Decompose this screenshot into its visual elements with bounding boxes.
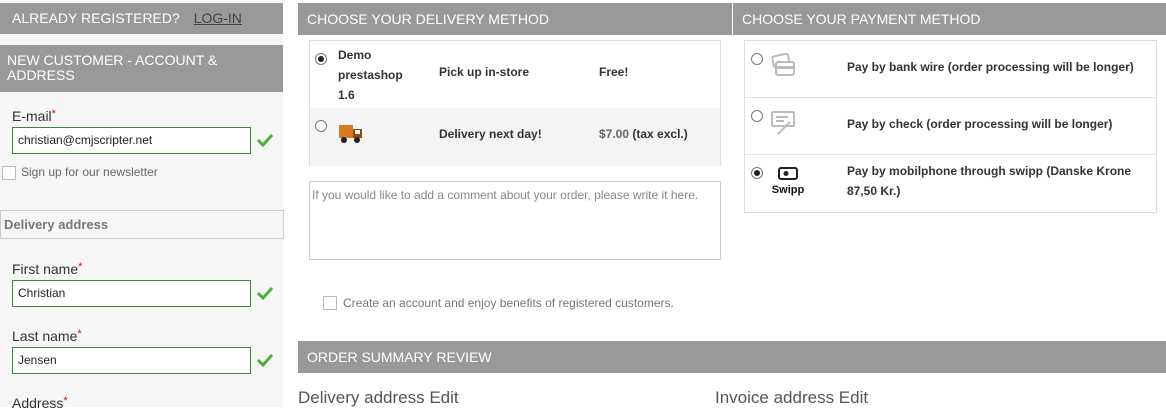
valid-check-icon bbox=[257, 133, 273, 147]
carrier-option[interactable]: Delivery next day! $7.00 (tax excl.) bbox=[310, 108, 720, 166]
carrier-price: $7.00 (tax excl.) bbox=[599, 127, 688, 141]
newsletter-checkbox[interactable] bbox=[2, 166, 16, 180]
carrier-description: Pick up in-store bbox=[439, 65, 530, 79]
email-label: E-mail* bbox=[12, 108, 56, 124]
valid-check-icon bbox=[257, 353, 273, 367]
address-label: Address* bbox=[12, 395, 68, 411]
delivery-method-header: CHOOSE YOUR DELIVERY METHOD bbox=[298, 3, 732, 35]
required-marker: * bbox=[78, 261, 83, 273]
payment-option[interactable]: Swipp Pay by mobilphone through swipp (D… bbox=[745, 155, 1156, 212]
required-marker: * bbox=[51, 108, 56, 120]
carrier-description: Delivery next day! bbox=[439, 127, 542, 141]
payment-label: Pay by bank wire (order processing will … bbox=[847, 60, 1134, 74]
first-name-label: First name* bbox=[12, 261, 82, 277]
order-summary-header: ORDER SUMMARY REVIEW bbox=[298, 341, 1166, 373]
payment-label: Pay by mobilphone through swipp (Danske … bbox=[847, 164, 1132, 198]
email-field[interactable]: christian@cmjscripter.net bbox=[12, 127, 251, 154]
carrier-radio[interactable] bbox=[315, 120, 327, 132]
required-marker: * bbox=[63, 395, 68, 407]
payment-radio[interactable] bbox=[751, 53, 763, 65]
swipp-logo-text: Swipp bbox=[771, 184, 805, 196]
already-registered-bar: ALREADY REGISTERED? LOG-IN bbox=[0, 3, 283, 34]
carrier-name: Demo prestashop 1.6 bbox=[338, 45, 403, 105]
new-customer-header: NEW CUSTOMER - ACCOUNT & ADDRESS bbox=[0, 45, 283, 92]
customer-column: ALREADY REGISTERED? LOG-IN NEW CUSTOMER … bbox=[0, 0, 284, 411]
carrier-list: Demo prestashop 1.6 Pick up in-store Fre… bbox=[309, 40, 721, 166]
payment-method-header: CHOOSE YOUR PAYMENT METHOD bbox=[733, 3, 1166, 35]
carrier-name-line: 1.6 bbox=[338, 88, 355, 102]
create-account-checkbox[interactable] bbox=[323, 296, 337, 310]
first-name-field[interactable]: Christian bbox=[12, 280, 251, 307]
delivery-truck-icon bbox=[339, 125, 362, 143]
last-name-label: Last name* bbox=[12, 328, 82, 344]
last-name-field[interactable]: Jensen bbox=[12, 347, 251, 374]
payment-radio[interactable] bbox=[751, 167, 763, 179]
last-name-label-text: Last name bbox=[12, 328, 78, 344]
already-registered-label: ALREADY REGISTERED? bbox=[12, 10, 180, 26]
carrier-price-suffix: (tax excl.) bbox=[632, 127, 688, 141]
address-label-text: Address bbox=[12, 395, 64, 411]
order-comment-textarea[interactable]: If you would like to add a comment about… bbox=[309, 181, 721, 260]
login-link[interactable]: LOG-IN bbox=[194, 10, 242, 26]
create-account-label: Create an account and enjoy benefits of … bbox=[343, 296, 674, 310]
carrier-name-line: prestashop bbox=[338, 68, 403, 82]
first-name-label-text: First name bbox=[12, 261, 79, 277]
delivery-address-heading: Delivery address bbox=[0, 210, 284, 239]
carrier-radio[interactable] bbox=[315, 53, 327, 65]
bank-card-icon bbox=[771, 52, 795, 76]
summary-delivery-address-title[interactable]: Delivery address Edit bbox=[298, 388, 459, 408]
required-marker: * bbox=[77, 328, 82, 340]
payment-option[interactable]: Pay by bank wire (order processing will … bbox=[745, 41, 1156, 98]
payment-label: Pay by check (order processing will be l… bbox=[847, 117, 1113, 131]
newsletter-label: Sign up for our newsletter bbox=[21, 165, 158, 179]
carrier-option[interactable]: Demo prestashop 1.6 Pick up in-store Fre… bbox=[310, 41, 720, 108]
carrier-price: Free! bbox=[599, 65, 629, 79]
check-icon bbox=[771, 111, 795, 135]
swipp-card-icon bbox=[778, 167, 798, 180]
swipp-logo: Swipp bbox=[770, 167, 806, 196]
valid-check-icon bbox=[257, 286, 273, 300]
summary-invoice-address-title[interactable]: Invoice address Edit bbox=[715, 388, 868, 408]
payment-list: Pay by bank wire (order processing will … bbox=[744, 40, 1157, 213]
payment-radio[interactable] bbox=[751, 110, 763, 122]
carrier-name-line: Demo bbox=[338, 48, 372, 62]
carrier-price-amount: $7.00 bbox=[599, 127, 630, 141]
payment-option[interactable]: Pay by check (order processing will be l… bbox=[745, 98, 1156, 155]
email-label-text: E-mail bbox=[12, 108, 52, 124]
